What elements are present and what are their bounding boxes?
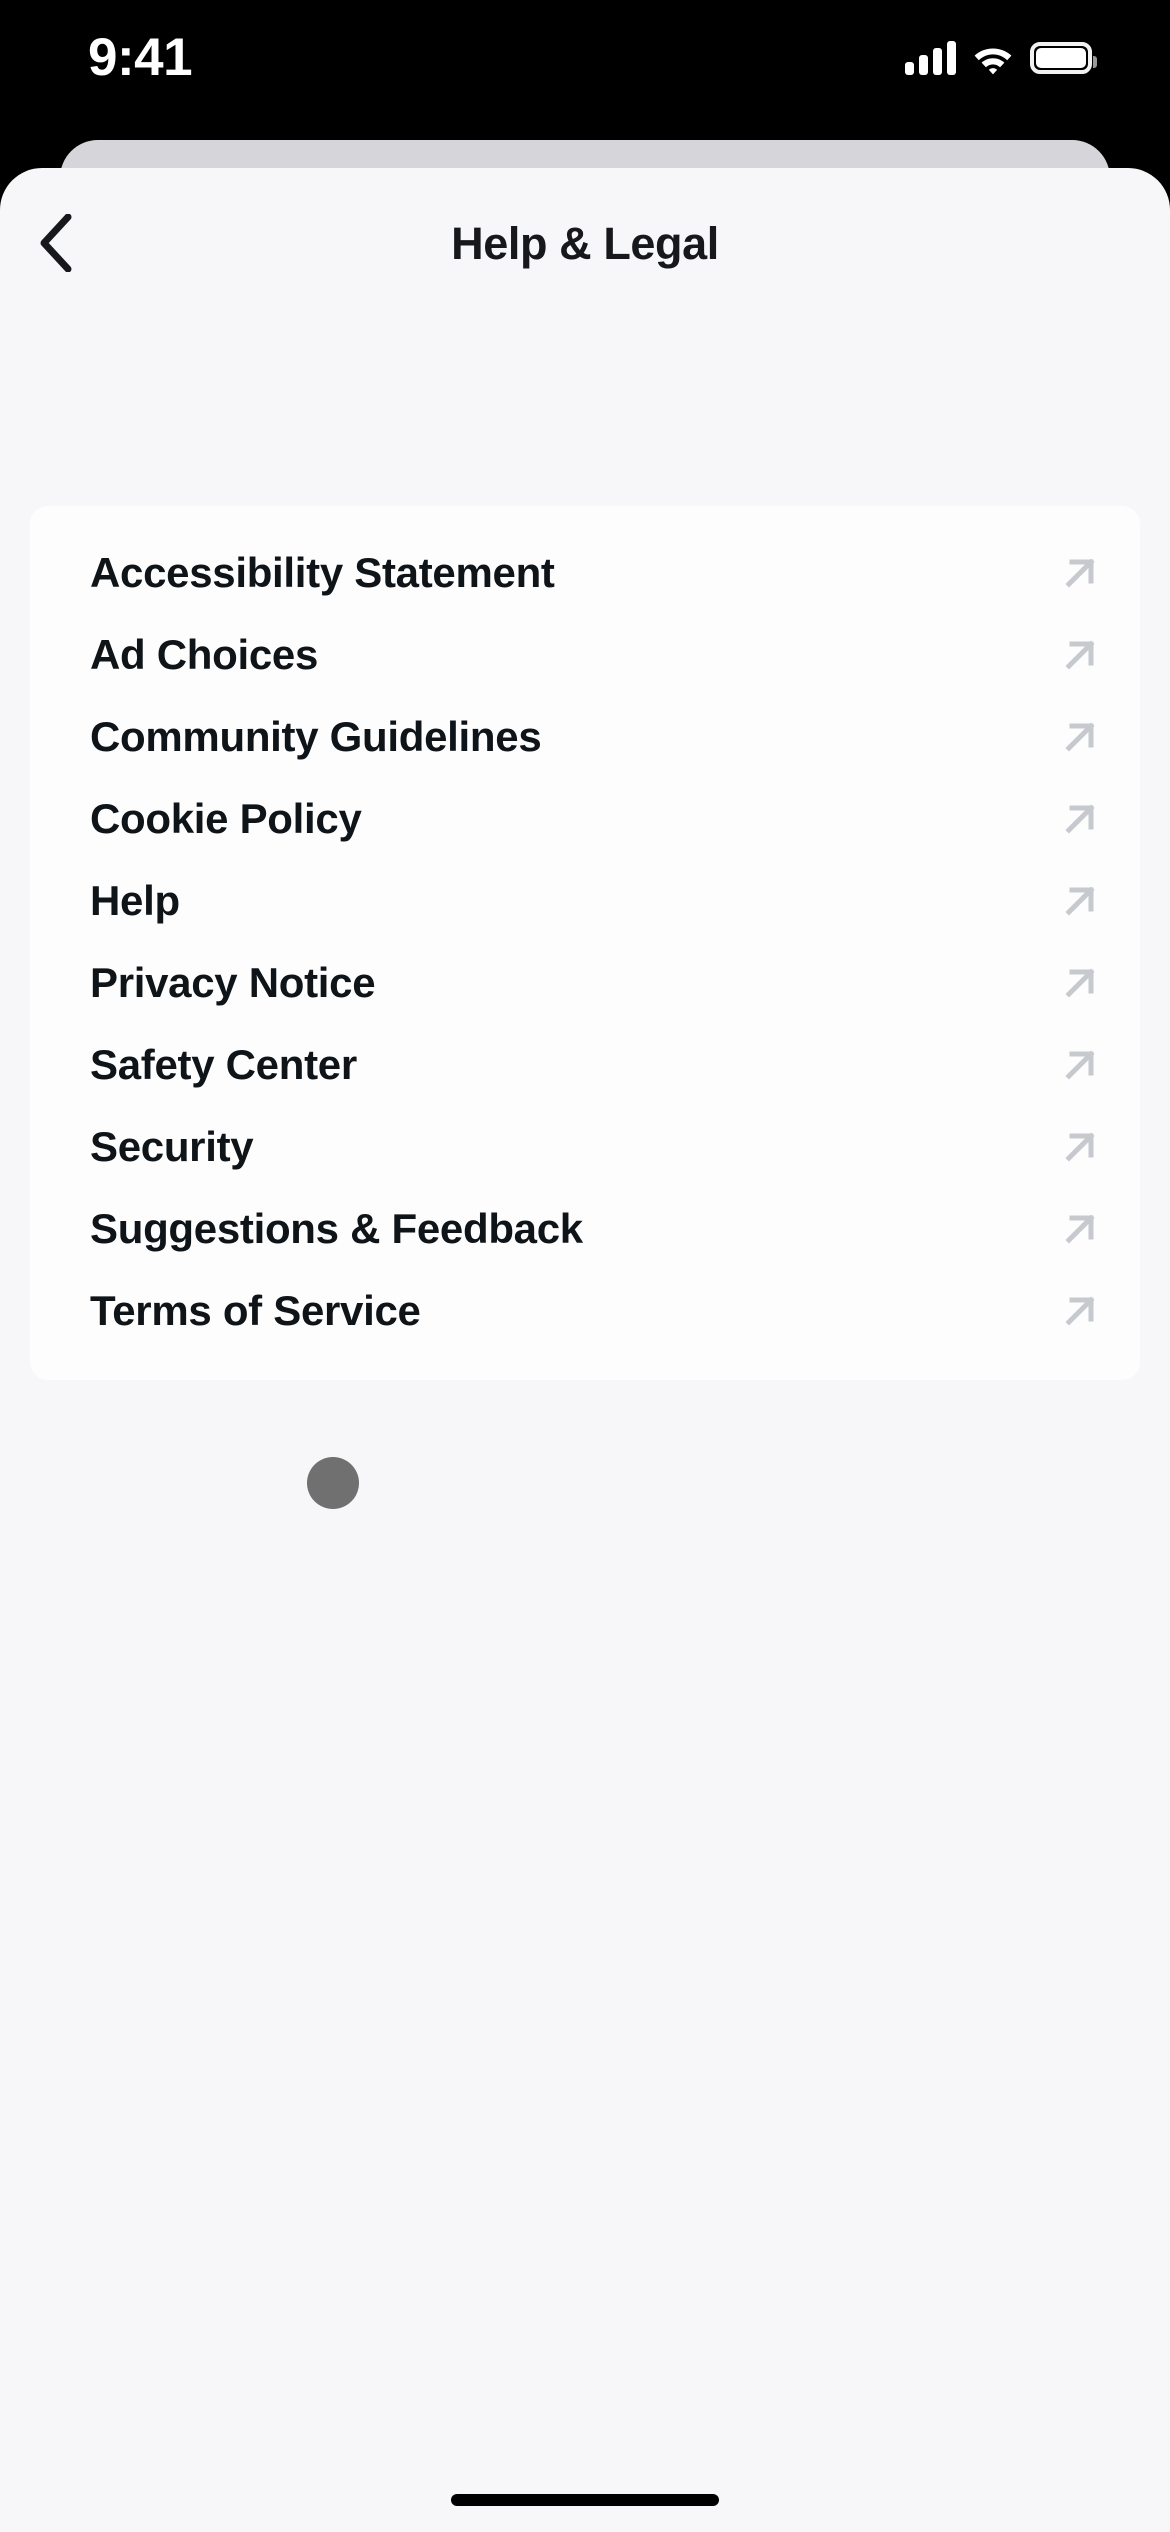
home-indicator-bar <box>451 2494 719 2506</box>
external-link-arrow-icon <box>1050 953 1110 1013</box>
status-bar-time: 9:41 <box>88 28 193 87</box>
external-link-arrow-icon <box>1050 1281 1110 1341</box>
status-bar-indicators <box>905 30 1097 86</box>
external-link-arrow-icon <box>1050 707 1110 767</box>
external-link-arrow-icon <box>1050 871 1110 931</box>
list-item-label: Suggestions & Feedback <box>90 1205 583 1252</box>
status-bar: 9:41 <box>0 0 1170 140</box>
list-item-label: Privacy Notice <box>90 959 376 1006</box>
list-item-help[interactable]: Help <box>30 860 1140 942</box>
modal-sheet: Help & Legal Accessibility Statement Ad … <box>0 168 1170 2532</box>
list-item-terms-of-service[interactable]: Terms of Service <box>30 1270 1140 1352</box>
list-item-label: Safety Center <box>90 1041 357 1088</box>
list-item-privacy-notice[interactable]: Privacy Notice <box>30 942 1140 1024</box>
list-item-label: Security <box>90 1123 254 1170</box>
external-link-arrow-icon <box>1050 789 1110 849</box>
external-link-arrow-icon <box>1050 1035 1110 1095</box>
list-item-label: Help <box>90 877 180 924</box>
list-item-safety-center[interactable]: Safety Center <box>30 1024 1140 1106</box>
list-item-label: Cookie Policy <box>90 795 362 842</box>
list-item-label: Ad Choices <box>90 631 319 678</box>
list-item-cookie-policy[interactable]: Cookie Policy <box>30 778 1140 860</box>
list-item-suggestions-and-feedback[interactable]: Suggestions & Feedback <box>30 1188 1140 1270</box>
list-item-ad-choices[interactable]: Ad Choices <box>30 614 1140 696</box>
list-item-community-guidelines[interactable]: Community Guidelines <box>30 696 1140 778</box>
page-title: Help & Legal <box>451 218 719 269</box>
battery-icon <box>1030 42 1097 74</box>
external-link-arrow-icon <box>1050 543 1110 603</box>
list-item-label: Community Guidelines <box>90 713 542 760</box>
help-legal-list: Accessibility Statement Ad Choices Commu… <box>30 506 1140 1380</box>
navigation-bar: Help & Legal <box>0 168 1170 338</box>
list-item-label: Terms of Service <box>90 1287 421 1334</box>
list-item-label: Accessibility Statement <box>90 549 555 596</box>
external-link-arrow-icon <box>1050 1199 1110 1259</box>
wifi-icon <box>971 41 1015 75</box>
cellular-signal-icon <box>905 41 956 75</box>
list-item-accessibility-statement[interactable]: Accessibility Statement <box>30 532 1140 614</box>
external-link-arrow-icon <box>1050 1117 1110 1177</box>
phone-screen: 9:41 Help & Legal Accessibility Statemen… <box>0 0 1170 2532</box>
list-item-security[interactable]: Security <box>30 1106 1140 1188</box>
external-link-arrow-icon <box>1050 625 1110 685</box>
